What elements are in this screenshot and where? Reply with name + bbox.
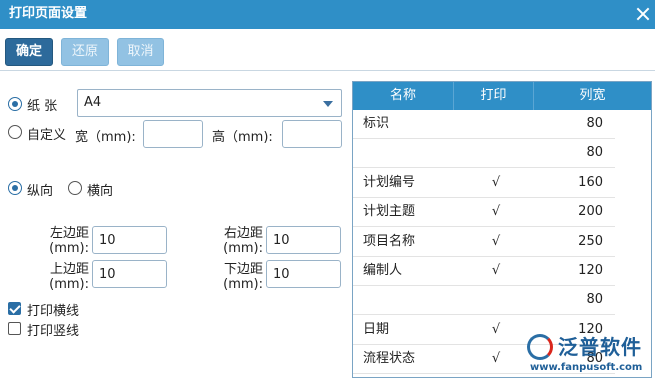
print-horizontal-lines-checkbox[interactable]: [8, 302, 21, 315]
custom-size-label: 自定义: [27, 128, 67, 143]
cell-name: 日期: [363, 321, 390, 337]
grid-header: 名称 打印 列宽: [353, 82, 651, 110]
table-row[interactable]: 80: [353, 286, 615, 316]
bottom-margin-label: 下边距 (mm):: [223, 262, 263, 292]
table-row[interactable]: 编制人 √ 120: [353, 257, 615, 286]
custom-size-radio[interactable]: [8, 125, 22, 139]
column-header-name[interactable]: 名称: [353, 82, 453, 110]
table-row[interactable]: 项目名称 √ 250: [353, 228, 615, 257]
portrait-label: 纵向: [27, 184, 54, 199]
cell-print[interactable]: [491, 139, 501, 167]
brand-logo-icon: [527, 334, 553, 360]
top-margin-input[interactable]: [92, 260, 167, 288]
cell-width: 80: [586, 116, 603, 131]
cell-print[interactable]: √: [491, 345, 501, 373]
custom-width-input[interactable]: [143, 120, 203, 148]
print-settings-dialog: 打印页面设置 确定 还原 取消 纸 张 A4 自定义 宽（mm): 高（mm):…: [0, 0, 655, 381]
brand-url: www.fanpusoft.com: [530, 362, 643, 373]
cell-width: 200: [578, 204, 603, 220]
cell-name: 标识: [363, 116, 390, 131]
table-row[interactable]: 计划主题 √ 200: [353, 198, 615, 228]
chevron-down-icon: [323, 101, 333, 107]
paper-size-value: A4: [84, 95, 102, 110]
custom-width-label: 宽（mm):: [75, 130, 136, 145]
print-horizontal-lines-label: 打印横线: [27, 304, 80, 319]
portrait-radio[interactable]: [8, 181, 22, 195]
custom-height-input[interactable]: [282, 120, 342, 148]
paper-size-select[interactable]: A4: [77, 89, 342, 117]
table-row[interactable]: 80: [353, 139, 615, 169]
cell-width: 250: [578, 233, 603, 249]
paper-size-label: 纸 张: [27, 99, 58, 114]
cell-width: 160: [578, 174, 603, 190]
cancel-button[interactable]: 取消: [117, 38, 164, 66]
table-row[interactable]: 标识 80: [353, 110, 615, 139]
cell-name: 编制人: [363, 263, 403, 278]
dialog-titlebar: 打印页面设置: [0, 0, 655, 29]
cell-name: 流程状态: [363, 351, 416, 367]
paper-size-radio[interactable]: [8, 97, 22, 111]
print-vertical-lines-label: 打印竖线: [27, 324, 80, 339]
cell-print[interactable]: √: [491, 228, 501, 256]
cell-print[interactable]: [491, 110, 501, 138]
custom-height-label: 高（mm):: [212, 130, 273, 145]
cell-name: 计划主题: [363, 204, 416, 220]
cell-width: 80: [586, 145, 603, 161]
print-vertical-lines-checkbox[interactable]: [8, 322, 21, 335]
cell-width: 120: [578, 263, 603, 278]
restore-button[interactable]: 还原: [61, 38, 109, 66]
cell-name: 计划编号: [363, 174, 416, 190]
right-margin-label: 右边距 (mm):: [223, 226, 263, 256]
top-margin-label: 上边距 (mm):: [49, 262, 89, 292]
table-row[interactable]: 计划编号 √ 160: [353, 169, 615, 198]
cell-width: 80: [586, 292, 603, 308]
landscape-radio[interactable]: [68, 181, 82, 195]
cell-print[interactable]: √: [491, 316, 501, 344]
cell-print[interactable]: √: [491, 257, 501, 285]
cell-print[interactable]: √: [491, 169, 501, 197]
bottom-margin-input[interactable]: [266, 260, 341, 288]
brand-watermark: 泛普软件 www.fanpusoft.com: [525, 331, 653, 377]
close-icon[interactable]: [635, 6, 651, 22]
cell-print[interactable]: √: [491, 198, 501, 226]
left-margin-label: 左边距 (mm):: [49, 226, 89, 256]
brand-name: 泛普软件: [558, 335, 642, 359]
landscape-label: 横向: [87, 184, 114, 199]
confirm-button[interactable]: 确定: [5, 38, 53, 66]
cell-print[interactable]: [491, 286, 501, 314]
left-margin-input[interactable]: [92, 226, 167, 254]
column-header-print[interactable]: 打印: [453, 82, 533, 110]
dialog-title: 打印页面设置: [9, 6, 88, 21]
toolbar: 确定 还原 取消: [0, 29, 655, 71]
column-header-width[interactable]: 列宽: [533, 82, 651, 110]
right-margin-input[interactable]: [266, 226, 341, 254]
cell-name: 项目名称: [363, 233, 416, 249]
